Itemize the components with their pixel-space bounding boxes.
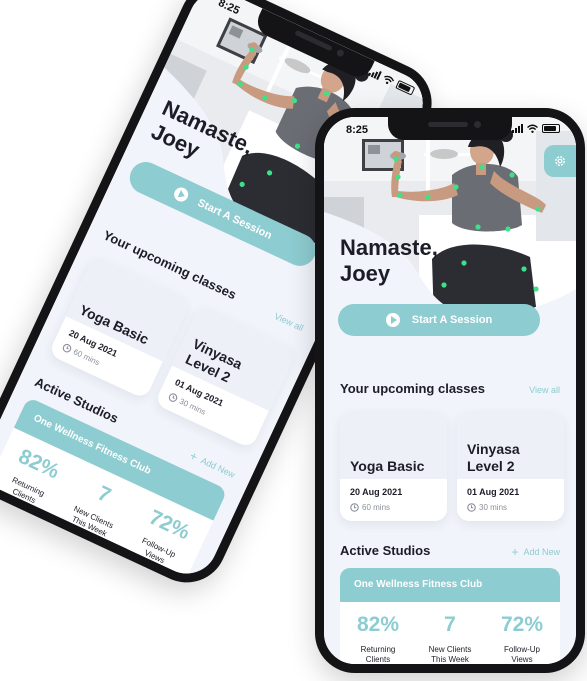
battery-icon — [395, 79, 416, 96]
start-session-button[interactable]: Start A Session — [338, 304, 540, 336]
class-name: Vinyasa Level 2 — [183, 335, 245, 386]
status-time: 8:25 — [346, 124, 369, 136]
stat-value: 7 — [444, 613, 456, 636]
stat-new-clients: 7 New Clients This Week — [414, 613, 486, 664]
clock-icon — [62, 343, 72, 353]
wifi-icon — [384, 75, 395, 85]
stat-value: 82% — [356, 613, 400, 636]
clock-icon — [168, 393, 178, 402]
class-name: Yoga Basic — [350, 458, 425, 475]
stat-follow-up-views: 72% Follow-Up Views — [486, 613, 558, 664]
class-card[interactable]: Yoga Basic 20 Aug 2021 60 mins — [340, 411, 447, 521]
yoga-pose-photo — [324, 117, 576, 327]
active-studios-title: Active Studios — [340, 543, 431, 558]
class-duration-text: 60 mins — [362, 503, 391, 512]
studio-stats: 82% Returning Clients 7 New Clients This… — [340, 613, 560, 664]
battery-icon — [542, 124, 560, 133]
class-date: 20 Aug 2021 — [350, 487, 403, 497]
settings-gear-icon — [555, 156, 565, 166]
class-duration-text: 30 mins — [479, 503, 508, 512]
stat-returning-clients: 82% Returning Clients — [342, 613, 414, 664]
class-duration: 30 mins — [467, 503, 507, 512]
start-session-label: Start A Session — [411, 314, 493, 326]
view-all-link[interactable]: View all — [273, 311, 305, 333]
add-new-label: Add New — [199, 455, 237, 480]
stat-label: New Clients This Week — [428, 645, 472, 664]
class-card-list: Yoga Basic 20 Aug 2021 60 mins Vinyasa L… — [48, 254, 298, 449]
play-icon — [385, 313, 400, 327]
plus-icon: + — [187, 448, 200, 464]
class-name: Vinyasa Level 2 — [467, 441, 520, 475]
hero-section: Namaste, Joey — [324, 117, 576, 327]
studio-banner[interactable]: One Wellness Fitness Club — [340, 568, 560, 602]
class-duration: 60 mins — [350, 503, 390, 512]
stat-value: 72% — [500, 613, 544, 636]
status-time: 8:25 — [216, 0, 242, 18]
view-all-link[interactable]: View all — [529, 385, 560, 395]
stat-label: Follow-Up Views — [503, 645, 540, 664]
class-card[interactable]: Vinyasa Level 2 01 Aug 2021 30 mins — [457, 411, 564, 521]
stat-label: Returning Clients — [360, 645, 396, 664]
plus-icon: + — [511, 544, 519, 559]
greeting-title: Namaste, Joey — [340, 235, 438, 286]
add-new-button[interactable]: + Add New — [511, 544, 560, 559]
settings-button[interactable] — [544, 145, 576, 177]
add-new-label: Add New — [523, 547, 560, 557]
class-card-list: Yoga Basic 20 Aug 2021 60 mins Vinyasa L… — [340, 411, 564, 521]
signal-icon — [512, 124, 523, 133]
wifi-icon — [527, 124, 538, 133]
clock-icon — [350, 503, 359, 512]
phone-notch — [388, 117, 512, 140]
clock-icon — [467, 503, 476, 512]
upcoming-classes-title: Your upcoming classes — [340, 381, 485, 396]
play-icon — [171, 185, 191, 204]
class-date: 01 Aug 2021 — [467, 487, 520, 497]
front-phone-screen: 8:25 Namaste, Joey Start A Session Your … — [324, 117, 576, 664]
front-phone-mockup: 8:25 Namaste, Joey Start A Session Your … — [315, 108, 585, 673]
